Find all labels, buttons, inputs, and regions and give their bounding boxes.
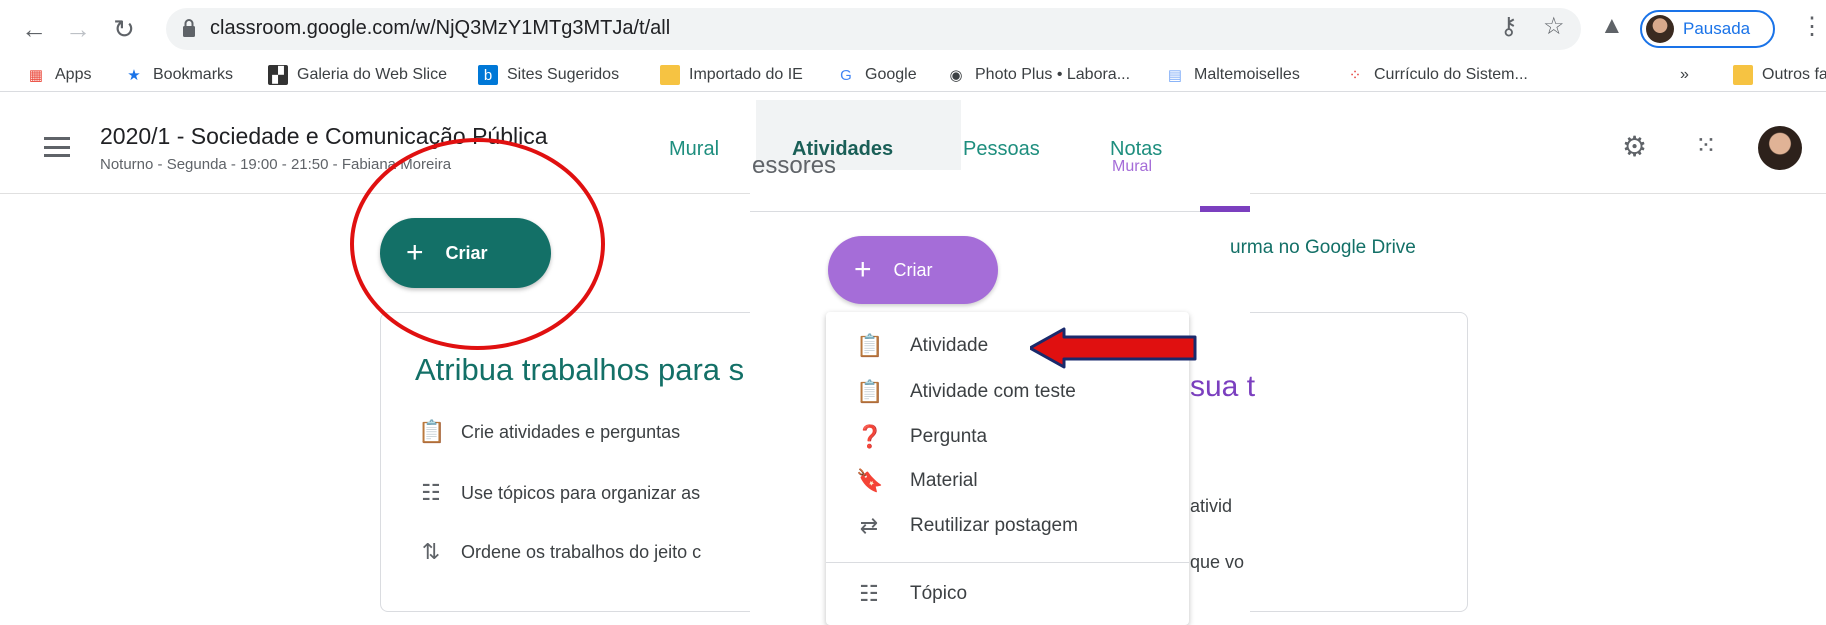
bookmark-item[interactable]: ▤ Maltemoiselles xyxy=(1165,63,1300,87)
user-avatar[interactable] xyxy=(1758,126,1802,170)
assignment-icon: 📋 xyxy=(418,419,446,444)
bing-icon: b xyxy=(478,65,498,85)
menu-item-reutilizar-postagem[interactable]: ⇄ Reutilizar postagem xyxy=(856,510,1078,542)
google-icon: G xyxy=(840,66,852,84)
quiz-assignment-icon: 📋 xyxy=(856,379,884,404)
globe-icon: ◉ xyxy=(949,67,963,84)
folder-icon xyxy=(660,65,680,85)
spinner-icon: ⁘ xyxy=(1348,67,1362,84)
reuse-post-icon: ⇄ xyxy=(859,513,879,538)
assignment-icon: 📋 xyxy=(856,333,884,358)
bookmark-item[interactable]: Importado do IE xyxy=(660,63,803,87)
annotation-red-arrow xyxy=(1030,327,1197,369)
folder-icon xyxy=(1733,65,1753,85)
back-arrow-icon[interactable]: ← xyxy=(18,12,50,46)
apps-grid-icon: ▦ xyxy=(28,67,44,84)
reorder-arrows-icon: ⇅ xyxy=(421,539,441,564)
apps-grid-icon[interactable]: ⁙ xyxy=(1695,130,1717,161)
empty-state-item: ⇅ Ordene os trabalhos do jeito c xyxy=(418,537,701,567)
bookmark-item[interactable]: G Google xyxy=(836,63,916,87)
menu-item-material[interactable]: 🔖 Material xyxy=(856,465,978,497)
overlay-divider xyxy=(750,211,1250,212)
profile-chip[interactable]: Pausada xyxy=(1640,10,1775,48)
reload-icon[interactable]: ↻ xyxy=(108,12,140,46)
plus-icon: + xyxy=(854,253,872,286)
hamburger-menu-icon[interactable] xyxy=(44,137,70,157)
overlay-card-fragment: que vo xyxy=(1190,552,1245,572)
menu-item-topico[interactable]: ☷ Tópico xyxy=(856,578,967,610)
settings-gear-icon[interactable]: ⚙ xyxy=(1622,130,1647,163)
overlay-active-tab-indicator xyxy=(1200,206,1250,212)
bookmark-item[interactable]: ▦ Apps xyxy=(26,63,92,87)
overlay-card-fragment: sua t xyxy=(1190,370,1256,403)
overlay-create-button[interactable]: + Criar xyxy=(828,236,998,304)
other-bookmarks[interactable]: Outros favoritos xyxy=(1733,63,1826,87)
overlay-card-right xyxy=(1250,312,1468,612)
tab-mural[interactable]: Mural xyxy=(669,138,719,161)
bookmark-item[interactable]: ◉ Photo Plus • Labora... xyxy=(946,63,1130,87)
question-icon: ❓ xyxy=(856,424,884,449)
bookmark-item[interactable]: ★ Bookmarks xyxy=(124,63,233,87)
chrome-menu-icon[interactable]: ⋮ xyxy=(1800,12,1824,41)
bookmarks-overflow-button[interactable]: » xyxy=(1680,63,1689,87)
profile-avatar xyxy=(1646,15,1674,43)
menu-item-atividade[interactable]: 📋 Atividade xyxy=(856,330,988,362)
drive-extension-icon[interactable]: ▲ xyxy=(1600,12,1624,40)
material-bookmark-icon: 🔖 xyxy=(856,468,884,493)
bookmark-star-icon[interactable]: ☆ xyxy=(1543,12,1565,41)
bookmark-item[interactable]: b Sites Sugeridos xyxy=(478,63,619,87)
page-icon: ▤ xyxy=(1167,67,1183,84)
drive-folder-link[interactable]: urma no Google Drive xyxy=(1230,237,1416,259)
overlay-card-fragment: ativid xyxy=(1190,496,1233,516)
url-text[interactable]: classroom.google.com/w/NjQ3MzY1MTg3MTJa/… xyxy=(210,17,670,40)
profile-status: Pausada xyxy=(1683,19,1751,38)
tab-pessoas[interactable]: Pessoas xyxy=(963,138,1040,161)
menu-item-pergunta[interactable]: ❓ Pergunta xyxy=(856,421,987,453)
bookmark-item[interactable]: ⁘ Currículo do Sistem... xyxy=(1345,63,1528,87)
key-icon[interactable]: ⚷ xyxy=(1500,12,1518,41)
annotation-red-circle xyxy=(350,138,605,350)
menu-divider xyxy=(826,562,1189,563)
overlay-header-fragment: essores xyxy=(752,152,837,179)
topic-list-icon: ☷ xyxy=(421,480,441,505)
overlay-tab-fragment: Mural xyxy=(1112,158,1153,175)
bookmark-item[interactable]: ▞ Galeria do Web Slice xyxy=(268,63,447,87)
topic-icon: ☷ xyxy=(859,581,879,606)
web-slice-icon: ▞ xyxy=(268,65,288,85)
empty-state-item: ☷ Use tópicos para organizar as xyxy=(418,478,700,508)
star-icon: ★ xyxy=(127,67,141,84)
empty-state-title: Atribua trabalhos para s xyxy=(415,352,745,387)
lock-icon[interactable] xyxy=(182,18,196,38)
menu-item-atividade-com-teste[interactable]: 📋 Atividade com teste xyxy=(856,376,1076,408)
forward-arrow-icon[interactable]: → xyxy=(62,12,94,46)
empty-state-item: 📋 Crie atividades e perguntas xyxy=(418,419,681,444)
